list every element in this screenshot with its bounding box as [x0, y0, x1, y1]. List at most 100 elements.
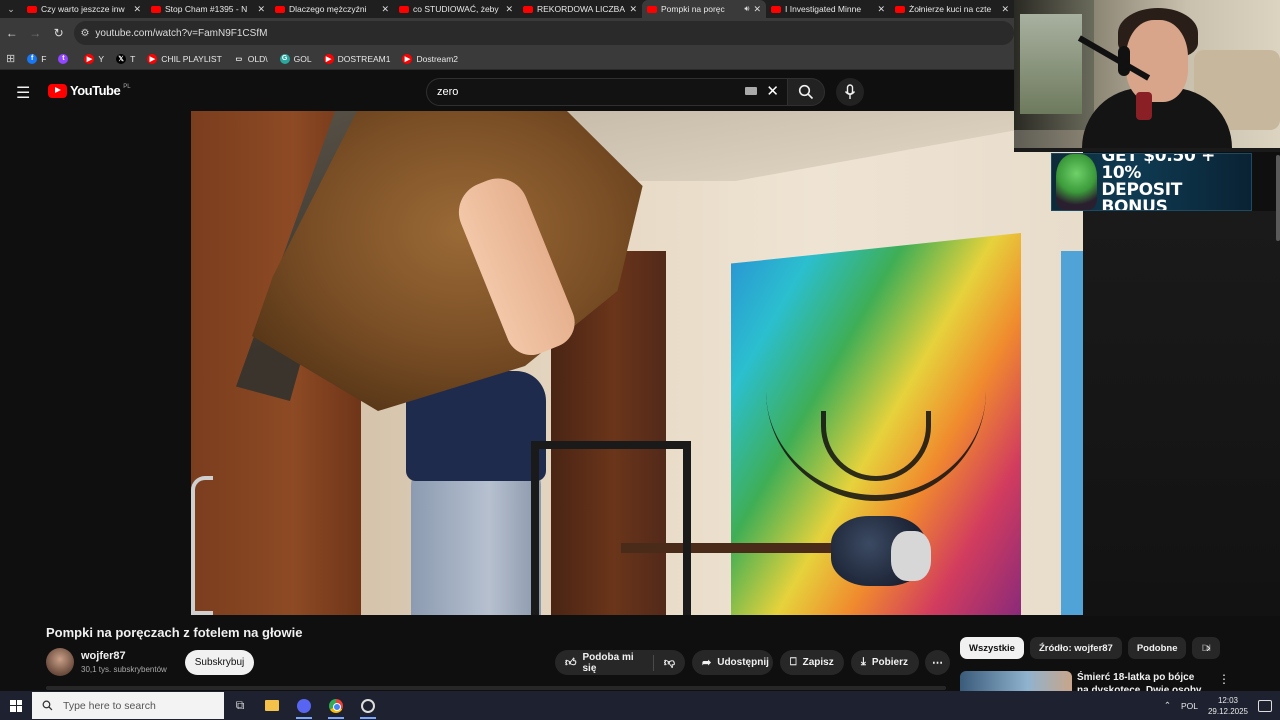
- chevron-up-icon[interactable]: ⌃: [1164, 700, 1171, 711]
- tab-list-button[interactable]: ⌄: [0, 0, 22, 18]
- recommendation-thumbnail[interactable]: [960, 671, 1072, 693]
- bookmark-item[interactable]: ▭ OLD\: [233, 53, 268, 64]
- language-indicator[interactable]: POL: [1181, 701, 1198, 711]
- browser-tab[interactable]: Żołnierze kuci na czte ✕: [890, 0, 1014, 18]
- start-button[interactable]: [0, 691, 32, 720]
- discord-button[interactable]: [288, 691, 320, 720]
- close-tab-icon[interactable]: ✕: [753, 4, 761, 15]
- reload-button[interactable]: ↻: [47, 21, 70, 45]
- save-button[interactable]: ⎕ Zapisz: [780, 650, 844, 675]
- youtube-logo-text: YouTube: [70, 83, 121, 98]
- close-tab-icon[interactable]: ✕: [877, 4, 885, 15]
- browser-tab[interactable]: Pompki na poręc 🔊︎ ✕: [642, 0, 766, 18]
- country-code: PL: [123, 83, 131, 90]
- filter-chip[interactable]: Źródło: wojfer87: [1029, 637, 1122, 659]
- youtube-logo[interactable]: YouTube PL: [48, 83, 131, 98]
- close-tab-icon[interactable]: ✕: [505, 4, 513, 15]
- like-dislike-group: 👍︎ Podoba mi się 👎︎: [555, 650, 685, 675]
- browser-tab[interactable]: REKORDOWA LICZBA ✕: [518, 0, 642, 18]
- notification-icon[interactable]: [1258, 699, 1272, 712]
- chrome-button[interactable]: [320, 691, 352, 720]
- apps-grid-icon[interactable]: ⊞: [6, 52, 15, 65]
- chevron-right-icon[interactable]: ›: [1206, 639, 1211, 655]
- channel-subscriber-count: 30,1 tys. subskrybentów: [81, 665, 167, 674]
- speaker-icon[interactable]: 🔊︎: [744, 4, 749, 14]
- voice-search-button[interactable]: [836, 78, 864, 106]
- download-icon: ⤓: [861, 656, 866, 668]
- channel-avatar[interactable]: [46, 648, 74, 676]
- browser-tab-title: Pompki na poręc: [661, 4, 725, 14]
- bookmark-item[interactable]: ▶ DOSTREAM1: [323, 53, 390, 64]
- save-button-label: Zapisz: [802, 657, 834, 668]
- more-actions-button[interactable]: ⋯: [925, 650, 950, 675]
- filter-chip[interactable]: Wszystkie: [960, 637, 1024, 659]
- like-button-label[interactable]: Podoba mi się: [583, 652, 643, 674]
- share-icon: ➦: [702, 657, 712, 669]
- recommendation-title[interactable]: Śmierć 18-latka po bójce na dyskotece. D…: [1077, 671, 1207, 693]
- search-icon: [42, 700, 53, 711]
- file-explorer-button[interactable]: [256, 691, 288, 720]
- video-scene-dip-bars: [531, 441, 691, 615]
- chrome-icon: [329, 698, 343, 713]
- video-scene-door: [1061, 251, 1083, 615]
- taskbar-search-input[interactable]: Type here to search: [32, 692, 224, 719]
- bookmark-item[interactable]: t: [58, 53, 72, 64]
- browser-tab[interactable]: co STUDIOWAĆ, żeby ✕: [394, 0, 518, 18]
- close-tab-icon[interactable]: ✕: [629, 4, 637, 15]
- download-button[interactable]: ⤓ Pobierz: [851, 650, 919, 675]
- bookmark-item[interactable]: ▶ Y: [84, 53, 104, 64]
- folder-icon: ▭: [233, 53, 244, 64]
- video-player[interactable]: [191, 111, 1083, 615]
- subscribe-button[interactable]: Subskrybuj: [185, 650, 254, 675]
- facebook-icon: f: [27, 53, 38, 64]
- webcam-person-face: [1126, 20, 1188, 102]
- search-button[interactable]: [787, 78, 825, 106]
- site-info-icon[interactable]: ⚙: [80, 28, 89, 39]
- bookmark-label: OLD\: [247, 53, 268, 64]
- filter-chip[interactable]: Podobne: [1127, 637, 1187, 659]
- promo-line1: GET $0.50 + 10%: [1101, 153, 1216, 183]
- thumbs-up-icon[interactable]: 👍︎: [565, 656, 577, 669]
- page-scrollbar[interactable]: [1276, 155, 1280, 241]
- thumbs-down-icon[interactable]: 👎︎: [664, 656, 675, 669]
- search-input[interactable]: zero ✕: [426, 78, 788, 106]
- close-tab-icon[interactable]: ✕: [381, 4, 389, 15]
- bookmark-item[interactable]: ▶ CHIL PLAYLIST: [147, 53, 222, 64]
- bookmark-label: T: [130, 53, 136, 64]
- bookmark-item[interactable]: fF: [27, 53, 46, 64]
- back-button[interactable]: ←: [0, 21, 23, 45]
- close-tab-icon[interactable]: ✕: [1001, 4, 1009, 15]
- more-vertical-icon[interactable]: ⋮: [1218, 672, 1230, 686]
- keyboard-icon[interactable]: [745, 87, 757, 95]
- bookmark-item[interactable]: G GOL: [279, 53, 312, 64]
- search-input-value: zero: [437, 86, 459, 98]
- youtube-icon: ▶: [323, 53, 334, 64]
- youtube-icon: ▶: [147, 53, 158, 64]
- arrow-right-icon: →: [29, 26, 42, 40]
- clear-search-icon[interactable]: ✕: [766, 82, 779, 100]
- browser-tab-title: Stop Cham #1395 - N: [165, 4, 248, 14]
- recommendation-chips: Wszystkie Źródło: wojfer87 Podobne Dl: [960, 637, 1220, 659]
- app-button[interactable]: [352, 691, 384, 720]
- description-box-edge[interactable]: [46, 686, 946, 690]
- clock[interactable]: 12:03 29.12.2025: [1208, 695, 1248, 717]
- hamburger-menu-icon[interactable]: ☰: [16, 83, 30, 103]
- address-bar[interactable]: ⚙ youtube.com/watch?v=FamN9F1CSfM: [74, 21, 1014, 45]
- browser-tab[interactable]: Stop Cham #1395 - N ✕: [146, 0, 270, 18]
- bookmark-item[interactable]: ▶ Dostream2: [402, 53, 458, 64]
- forward-button[interactable]: →: [23, 21, 46, 45]
- close-tab-icon[interactable]: ✕: [257, 4, 265, 15]
- channel-name[interactable]: wojfer87: [81, 650, 126, 662]
- share-button[interactable]: ➦ Udostępnij: [692, 650, 773, 675]
- browser-tab[interactable]: Dlaczego mężczyźni ✕: [270, 0, 394, 18]
- task-view-button[interactable]: ⧉: [224, 691, 256, 720]
- browser-tab[interactable]: Czy warto jeszcze inw ✕: [22, 0, 146, 18]
- youtube-icon: ▶: [84, 53, 95, 64]
- browser-tabstrip: ⌄ Czy warto jeszcze inw ✕ Stop Cham #1395 …: [0, 0, 1014, 18]
- download-button-label: Pobierz: [871, 657, 908, 668]
- more-horizontal-icon: ⋯: [932, 657, 943, 669]
- browser-tab[interactable]: I Investigated Minne ✕: [766, 0, 890, 18]
- close-tab-icon[interactable]: ✕: [133, 4, 141, 15]
- x-icon: 𝕏: [116, 53, 127, 64]
- bookmark-item[interactable]: 𝕏T: [116, 53, 136, 64]
